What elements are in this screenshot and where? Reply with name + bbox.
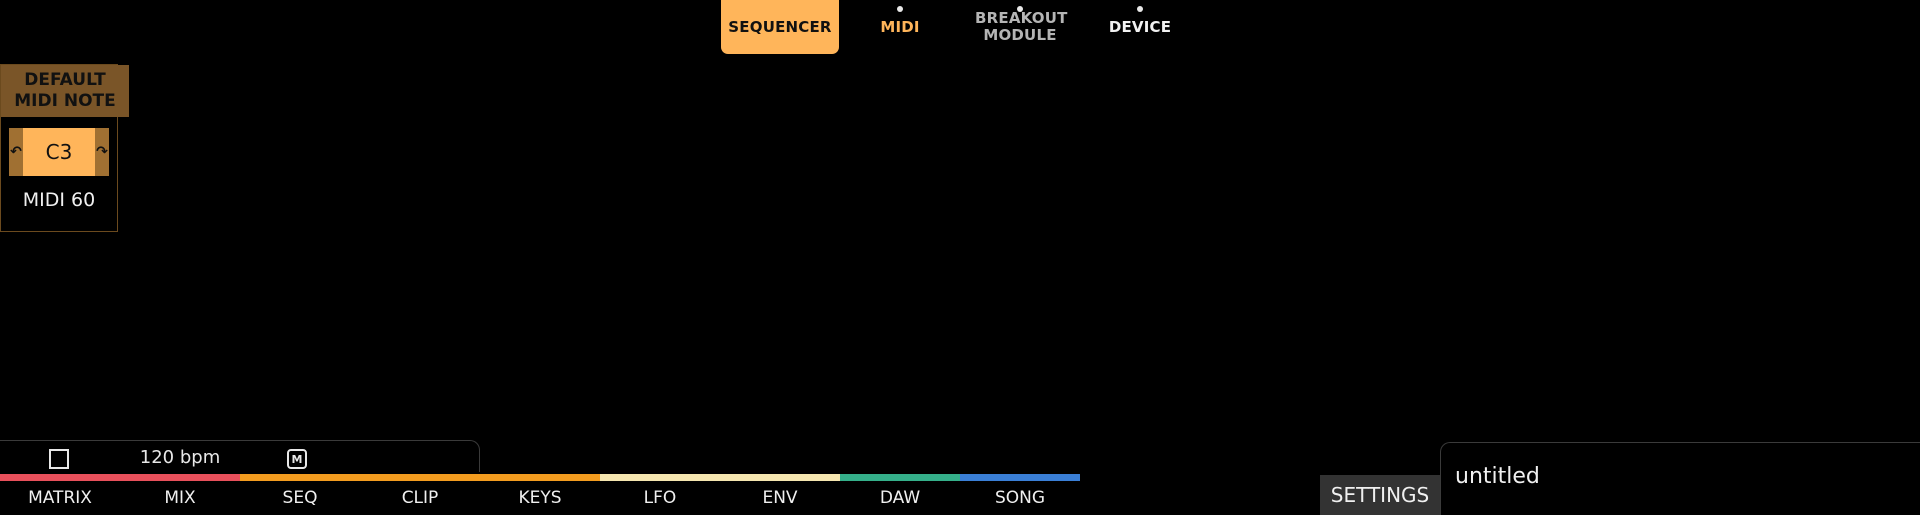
nav-item-matrix[interactable]: MATRIX <box>0 474 120 515</box>
midi-number-value: MIDI 60 <box>22 189 96 211</box>
tab-label: DEVICE <box>1108 17 1172 36</box>
tab-indicator-dot <box>1017 6 1023 12</box>
nav-label: MIX <box>164 488 196 508</box>
tab-label: MIDI <box>880 17 920 36</box>
transport-bar: 120 bpm M <box>0 440 480 472</box>
undo-arrow-icon[interactable]: ↶ <box>9 128 23 176</box>
nav-label: MATRIX <box>28 488 92 508</box>
redo-arrow-icon[interactable]: ↷ <box>95 128 109 176</box>
nav-label: SONG <box>994 488 1046 508</box>
nav-label: DAW <box>879 488 921 508</box>
tab-indicator-dot <box>897 6 903 12</box>
nav-item-lfo[interactable]: LFO <box>600 474 720 515</box>
nav-label: SEQ <box>282 488 318 508</box>
metronome-button[interactable]: M <box>287 449 307 469</box>
nav-label: CLIP <box>401 488 439 508</box>
note-stepper[interactable]: ↶ C3 ↷ <box>9 128 109 176</box>
parameter-title: DEFAULT MIDI NOTE <box>1 65 129 117</box>
default-midi-note-panel: DEFAULT MIDI NOTE ↶ C3 ↷ MIDI 60 <box>0 64 129 232</box>
tab-indicator-dot <box>1137 6 1143 12</box>
note-value: C3 <box>45 140 73 164</box>
nav-item-mix[interactable]: MIX <box>120 474 240 515</box>
nav-label: LFO <box>643 488 677 508</box>
tempo-display[interactable]: 120 bpm <box>130 447 230 468</box>
settings-button[interactable]: SETTINGS <box>1320 475 1440 515</box>
project-name[interactable]: untitled <box>1455 464 1540 489</box>
nav-label: ENV <box>762 488 798 508</box>
nav-item-daw[interactable]: DAW <box>840 474 960 515</box>
tab-sequencer[interactable]: SEQUENCER <box>721 0 839 54</box>
nav-item-keys[interactable]: KEYS <box>480 474 600 515</box>
project-panel: untitled <box>1440 442 1920 515</box>
tab-device[interactable]: DEVICE <box>1081 0 1199 54</box>
tab-label: BREAKOUT MODULE <box>975 9 1068 44</box>
nav-label: KEYS <box>518 488 562 508</box>
nav-item-seq[interactable]: SEQ <box>240 474 360 515</box>
nav-item-clip[interactable]: CLIP <box>360 474 480 515</box>
stop-button[interactable] <box>49 449 69 469</box>
bottom-nav: MATRIX MIX SEQ CLIP KEYS LFO ENV DAW SON… <box>0 474 1080 515</box>
nav-item-song[interactable]: SONG <box>960 474 1080 515</box>
tab-midi[interactable]: MIDI <box>841 0 959 54</box>
tab-breakout-module[interactable]: BREAKOUT MODULE <box>961 0 1079 54</box>
nav-item-env[interactable]: ENV <box>720 474 840 515</box>
tab-label: SEQUENCER <box>728 17 832 36</box>
